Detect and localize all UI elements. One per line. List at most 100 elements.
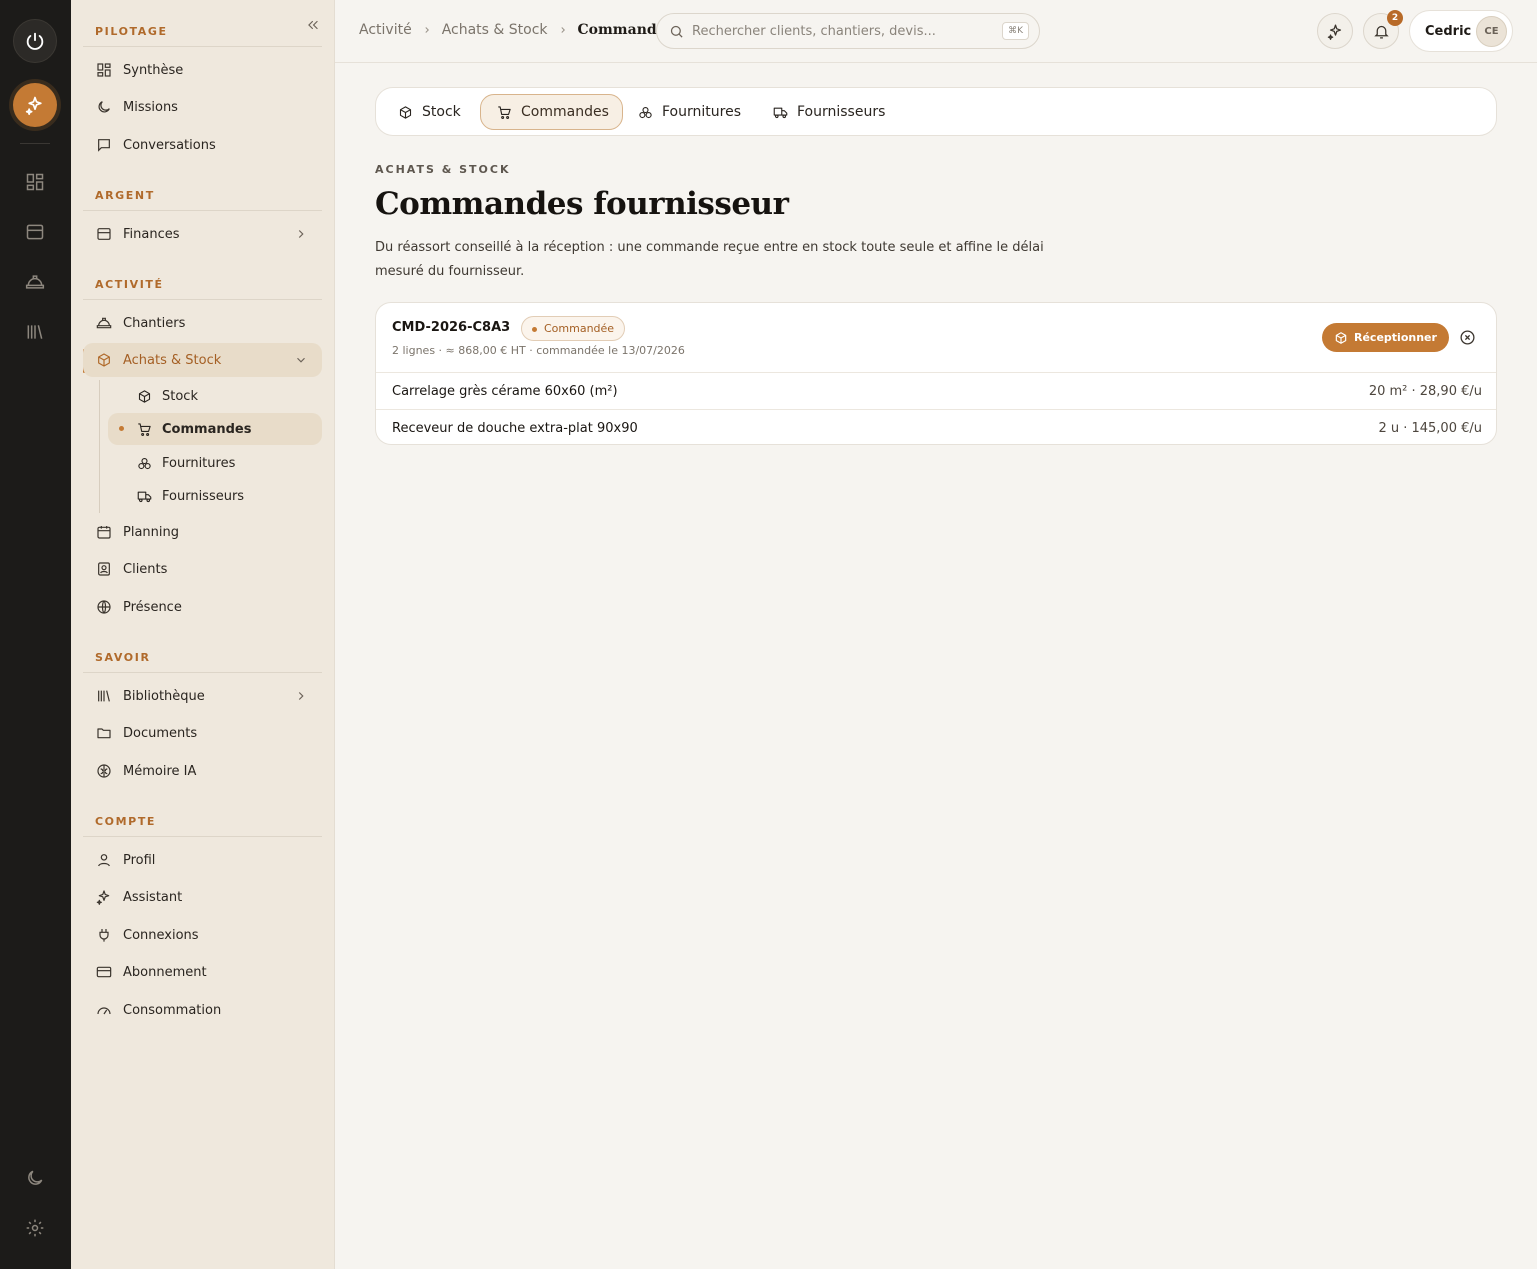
sidebar-item-label: Mémoire IA (123, 763, 197, 779)
boxes-icon (637, 104, 654, 121)
sidebar-item-label: Abonnement (123, 964, 207, 980)
sidebar-item-planning[interactable]: Planning (83, 515, 322, 549)
status-label: Commandée (544, 322, 615, 335)
assistant-button[interactable] (1317, 13, 1353, 49)
sidebar-item-memoire-ia[interactable]: Mémoire IA (83, 754, 322, 788)
gear-icon[interactable] (24, 1217, 46, 1239)
moon-clock-icon (95, 98, 113, 116)
sidebar-item-label: Clients (123, 561, 168, 577)
sidebar-subitem-fournitures[interactable]: Fournitures (108, 447, 322, 479)
cart-icon (136, 421, 153, 438)
search-icon (669, 24, 684, 39)
sidebar-item-achats-stock[interactable]: Achats & Stock (83, 343, 322, 377)
moon-icon[interactable] (24, 1167, 46, 1189)
plug-icon (95, 926, 113, 944)
sidebar-subitem-fournisseurs[interactable]: Fournisseurs (108, 480, 322, 512)
sidebar-item-clients[interactable]: Clients (83, 552, 322, 586)
sidebar-item-label: Connexions (123, 927, 199, 943)
section-divider (83, 46, 322, 47)
section-divider (83, 672, 322, 673)
chevron-right-icon (558, 25, 568, 35)
sidebar-item-label: Profil (123, 852, 156, 868)
boxes-icon (136, 455, 153, 472)
receive-button[interactable]: Réceptionner (1322, 323, 1449, 352)
sidebar-subitem-commandes[interactable]: Commandes (108, 413, 322, 445)
tab-fournisseurs[interactable]: Fournisseurs (757, 94, 898, 130)
sidebar-item-label: Assistant (123, 889, 183, 905)
sidebar-item-label: Achats & Stock (123, 352, 222, 368)
icon-rail (0, 0, 71, 1269)
breadcrumb-achats-stock[interactable]: Achats & Stock (442, 22, 548, 38)
order-meta: 2 lignes · ≈ 868,00 € HT · commandée le … (392, 344, 685, 357)
section-label-activite: ACTIVITÉ (95, 278, 164, 291)
collapse-sidebar-icon[interactable] (304, 16, 322, 34)
contact-card-icon (95, 560, 113, 578)
hardhat-icon (95, 314, 113, 332)
library-icon (95, 687, 113, 705)
hardhat-icon[interactable] (24, 271, 46, 293)
dashboard-icon[interactable] (24, 171, 46, 193)
sidebar-subitem-stock[interactable]: Stock (108, 380, 322, 412)
cart-icon (496, 104, 513, 121)
sparkles-icon (1327, 23, 1344, 40)
chevron-right-icon (294, 227, 308, 241)
tab-commandes[interactable]: Commandes (480, 94, 623, 130)
sidebar-item-documents[interactable]: Documents (83, 716, 322, 750)
order-reference[interactable]: CMD-2026-C8A3 (392, 320, 510, 335)
notifications-button[interactable]: 2 (1363, 10, 1403, 49)
sidebar-item-label: Conversations (123, 137, 216, 153)
section-label-compte: COMPTE (95, 815, 157, 828)
chevron-right-icon (294, 689, 308, 703)
power-logo-icon[interactable] (13, 19, 57, 63)
search-bar[interactable]: ⌘K (656, 13, 1040, 49)
table-row[interactable]: Receveur de douche extra-plat 90x90 2 u … (376, 409, 1496, 444)
wallet-icon (95, 225, 113, 243)
cancel-order-button[interactable] (1458, 328, 1476, 346)
section-label-argent: ARGENT (95, 189, 155, 202)
credit-card-icon (95, 963, 113, 981)
sidebar-item-conversations[interactable]: Conversations (83, 128, 322, 162)
sidebar-item-label: Planning (123, 524, 179, 540)
sidebar-item-profil[interactable]: Profil (83, 843, 322, 877)
package-icon (397, 104, 414, 121)
sidebar-subitem-label: Fournisseurs (162, 488, 245, 504)
sidebar-item-finances[interactable]: Finances (83, 217, 322, 251)
sidebar-item-label: Finances (123, 226, 180, 242)
sidebar-item-label: Missions (123, 99, 178, 115)
notification-badge: 2 (1387, 10, 1403, 26)
wallet-icon[interactable] (24, 221, 46, 243)
tab-stock[interactable]: Stock (382, 94, 474, 130)
sidebar-item-label: Bibliothèque (123, 688, 205, 704)
sidebar-subitem-label: Commandes (162, 421, 252, 437)
sparkles-icon (95, 888, 113, 906)
sidebar-item-presence[interactable]: Présence (83, 590, 322, 624)
line-quantity-price: 20 m² · 28,90 €/u (1368, 383, 1482, 399)
tab-label: Stock (422, 104, 461, 120)
package-icon (136, 388, 153, 405)
tab-fournitures[interactable]: Fournitures (622, 94, 754, 130)
tab-label: Fournitures (662, 104, 741, 120)
search-input[interactable] (692, 23, 982, 39)
receive-label: Réceptionner (1354, 331, 1437, 344)
sidebar-item-synthese[interactable]: Synthèse (83, 53, 322, 87)
library-icon[interactable] (24, 321, 46, 343)
section-tabs: Stock Commandes Fournitures Fournisseurs (375, 87, 1497, 136)
sidebar-item-bibliotheque[interactable]: Bibliothèque (83, 679, 322, 713)
search-shortcut: ⌘K (1002, 22, 1029, 40)
line-name: Receveur de douche extra-plat 90x90 (392, 420, 638, 436)
package-icon (95, 351, 113, 369)
sidebar: PILOTAGE Synthèse Missions Conversations… (71, 0, 335, 1269)
sidebar-item-connexions[interactable]: Connexions (83, 918, 322, 952)
user-icon (95, 851, 113, 869)
sidebar-item-consommation[interactable]: Consommation (83, 993, 322, 1027)
sidebar-item-missions[interactable]: Missions (83, 90, 322, 124)
table-row[interactable]: Carrelage grès cérame 60x60 (m²) 20 m² ·… (376, 372, 1496, 409)
user-menu[interactable]: Cedric CE (1409, 10, 1513, 52)
sidebar-item-assistant[interactable]: Assistant (83, 880, 322, 914)
breadcrumb-activite[interactable]: Activité (359, 22, 412, 38)
truck-icon (136, 488, 153, 505)
sidebar-item-abonnement[interactable]: Abonnement (83, 955, 322, 989)
sparkles-icon[interactable] (13, 83, 57, 127)
sidebar-item-chantiers[interactable]: Chantiers (83, 306, 322, 340)
line-quantity-price: 2 u · 145,00 €/u (1378, 420, 1482, 436)
